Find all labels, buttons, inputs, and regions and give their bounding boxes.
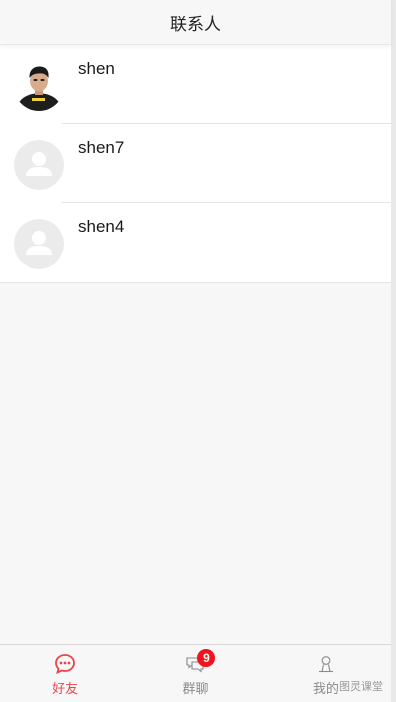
watermark-text: 图灵课堂 [339,680,383,693]
avatar [14,219,64,269]
default-avatar-icon [14,219,64,269]
tab-group-chat[interactable]: 群聊 9 [130,645,260,702]
default-avatar-icon [14,140,64,190]
tab-label: 群聊 [182,682,209,697]
avatar [14,140,64,190]
contact-name: shen4 [78,217,125,236]
tab-label: 好友 [52,682,79,697]
unread-badge: 9 [197,649,216,667]
contact-name: shen7 [78,138,125,157]
nav-header: 联系人 [0,0,391,45]
avatar [14,61,64,111]
page-title: 联系人 [170,14,221,35]
tab-label: 我的 [312,682,339,697]
scrollbar-track [391,0,396,702]
contact-row-shen4[interactable]: shen4 [0,203,391,282]
tab-bar: 好友 群聊 9 我的 图灵课堂 [0,644,391,702]
contact-list: shen shen7 shen4 [0,45,391,283]
photo-avatar-icon [14,61,64,111]
app: 联系人 shen shen7 shen4 好友 群聊 9 我的 图灵课堂 [0,0,396,702]
contact-row-shen[interactable]: shen [0,45,391,124]
contact-row-shen7[interactable]: shen7 [0,124,391,203]
person-icon [314,652,338,676]
chat-bubble-icon [53,652,77,676]
tab-friends[interactable]: 好友 [0,645,130,702]
contact-name: shen [78,59,115,78]
